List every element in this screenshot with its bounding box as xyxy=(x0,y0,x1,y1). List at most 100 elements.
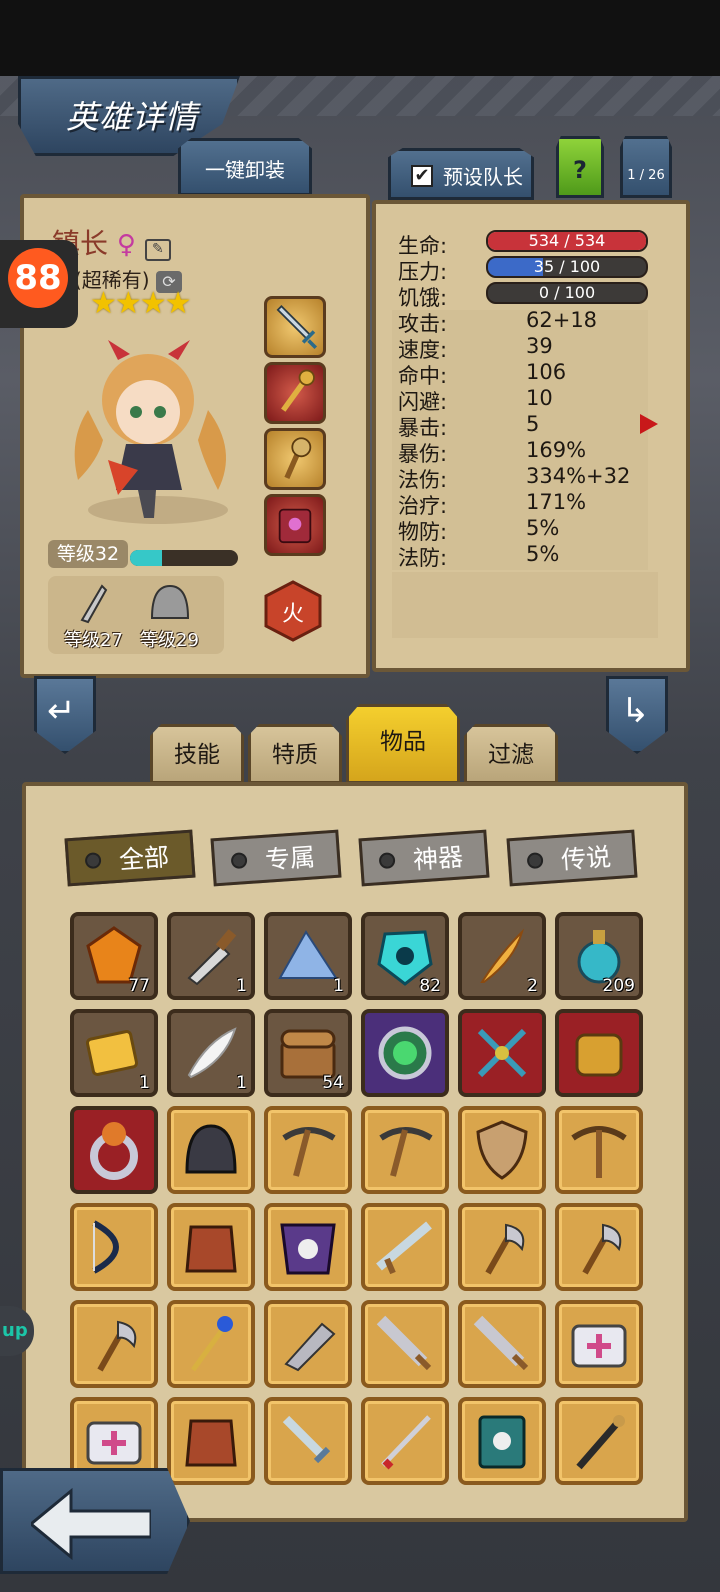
stress-bar: 35 / 100 xyxy=(486,256,648,278)
feather-icon xyxy=(187,1027,237,1079)
cross-staff-icon xyxy=(477,1028,527,1078)
item-count: 82 xyxy=(419,976,441,996)
filter-legendary-label: 传说 xyxy=(560,842,613,875)
xp-bar xyxy=(130,550,238,566)
inventory-slot[interactable]: 209 xyxy=(555,912,643,1000)
armor-icon xyxy=(185,1419,237,1467)
skull-cloak-icon xyxy=(280,1223,336,1275)
inventory-slot[interactable] xyxy=(70,1300,158,1388)
helmet-icon xyxy=(150,584,190,619)
inventory-slot[interactable] xyxy=(167,1300,255,1388)
inventory-slot[interactable]: 1 xyxy=(167,1009,255,1097)
inventory-slot[interactable] xyxy=(264,1300,352,1388)
inventory-slot[interactable] xyxy=(361,1203,449,1291)
expand-arrow-icon[interactable] xyxy=(640,414,658,434)
inventory-slot[interactable] xyxy=(361,1106,449,1194)
inventory-slot[interactable] xyxy=(458,1203,546,1291)
equip-slot-staff[interactable] xyxy=(264,362,326,424)
pickaxe-icon xyxy=(282,1127,336,1177)
filter-all[interactable]: 全部 xyxy=(64,829,196,887)
hunger-value: 0 / 100 xyxy=(538,283,596,302)
preset-leader-button[interactable]: ✔ 预设队长 xyxy=(388,148,534,200)
inventory-slot[interactable] xyxy=(555,1106,643,1194)
inventory-slot[interactable]: 77 xyxy=(70,912,158,1000)
ring-icon xyxy=(90,1122,138,1180)
sword-icon xyxy=(282,1415,331,1464)
xp-bar-fill xyxy=(130,550,163,566)
item-count: 1 xyxy=(236,1073,247,1093)
stat-value: 5% xyxy=(526,542,560,566)
inventory-slot[interactable] xyxy=(555,1300,643,1388)
inventory-slot[interactable] xyxy=(70,1106,158,1194)
katana-icon xyxy=(381,1415,431,1470)
item-count: 1 xyxy=(139,1073,150,1093)
scepter-icon xyxy=(281,369,315,412)
inventory-slot[interactable] xyxy=(458,1300,546,1388)
tab-traits[interactable]: 特质 xyxy=(248,724,342,784)
stat-value: 5 xyxy=(526,412,540,436)
inventory-slot[interactable]: 1 xyxy=(264,912,352,1000)
feather-quill-icon xyxy=(480,928,525,983)
star-rating: ★★★★ xyxy=(90,286,192,321)
axe-icon xyxy=(97,1320,137,1372)
inventory-slot[interactable] xyxy=(167,1397,255,1485)
inventory-slot[interactable] xyxy=(70,1203,158,1291)
inventory-slot[interactable] xyxy=(361,1009,449,1097)
inventory-slot[interactable] xyxy=(361,1397,449,1485)
tab-filter[interactable]: 过滤 xyxy=(464,724,558,784)
spellbook-icon xyxy=(478,1415,526,1469)
tome-icon xyxy=(278,508,312,544)
inventory-slot[interactable] xyxy=(555,1009,643,1097)
inventory-slot[interactable]: 1 xyxy=(167,912,255,1000)
inventory-slot[interactable]: 1 xyxy=(70,1009,158,1097)
tab-items[interactable]: 物品 xyxy=(346,704,460,784)
armor-icon xyxy=(185,1225,237,1273)
armor-level: 等级29 xyxy=(140,630,199,651)
inventory-slot[interactable]: 2 xyxy=(458,912,546,1000)
status-bar xyxy=(0,0,720,76)
filter-exclusive[interactable]: 专属 xyxy=(210,829,342,887)
inventory-slot[interactable] xyxy=(167,1203,255,1291)
equip-slot-accessory[interactable] xyxy=(264,428,326,490)
green-orb-icon xyxy=(378,1026,432,1080)
inventory-slot[interactable] xyxy=(555,1203,643,1291)
ticket-icon xyxy=(85,1030,139,1076)
weapon-level: 等级27 xyxy=(64,630,123,651)
inventory-slot[interactable] xyxy=(167,1106,255,1194)
tab-skills[interactable]: 技能 xyxy=(150,724,244,784)
hp-value: 534 / 534 xyxy=(528,231,606,250)
equip-slot-weapon[interactable] xyxy=(264,296,326,358)
back-button[interactable] xyxy=(0,1468,190,1574)
medkit-icon xyxy=(86,1421,142,1465)
unequip-all-button[interactable]: 一键卸装 xyxy=(178,138,312,196)
inventory-slot[interactable] xyxy=(264,1397,352,1485)
edit-icon[interactable]: ✎ xyxy=(144,239,171,261)
inventory-slot[interactable] xyxy=(458,1106,546,1194)
inventory-slot[interactable] xyxy=(264,1106,352,1194)
help-button[interactable]: ? xyxy=(556,136,604,198)
filter-dot-icon xyxy=(378,852,396,870)
inventory-slot[interactable] xyxy=(361,1300,449,1388)
filter-artifact[interactable]: 神器 xyxy=(358,829,490,887)
pickaxe-icon xyxy=(379,1127,433,1177)
stat-value: 334%+32 xyxy=(526,464,631,488)
axe-icon xyxy=(582,1223,622,1275)
item-count: 54 xyxy=(322,1073,344,1093)
inventory-slot[interactable]: 54 xyxy=(264,1009,352,1097)
checkbox-icon[interactable]: ✔ xyxy=(411,165,433,187)
kuaishou-overlay[interactable]: 88 xyxy=(0,240,78,328)
inventory-slot[interactable] xyxy=(458,1009,546,1097)
item-count: 77 xyxy=(128,976,150,996)
inventory-slot[interactable] xyxy=(555,1397,643,1485)
inventory-slot[interactable] xyxy=(264,1203,352,1291)
equip-slot-book[interactable] xyxy=(264,494,326,556)
filter-dot-icon xyxy=(84,852,102,870)
kuaishou-icon[interactable]: 88 xyxy=(8,248,68,308)
stat-value: 169% xyxy=(526,438,587,462)
filter-legendary[interactable]: 传说 xyxy=(506,829,638,887)
stat-value: 10 xyxy=(526,386,553,410)
inventory-slot[interactable]: 82 xyxy=(361,912,449,1000)
inventory-slot[interactable] xyxy=(458,1397,546,1485)
hero-pager[interactable]: 1 / 26 xyxy=(620,136,672,198)
item-count: 1 xyxy=(333,976,344,996)
